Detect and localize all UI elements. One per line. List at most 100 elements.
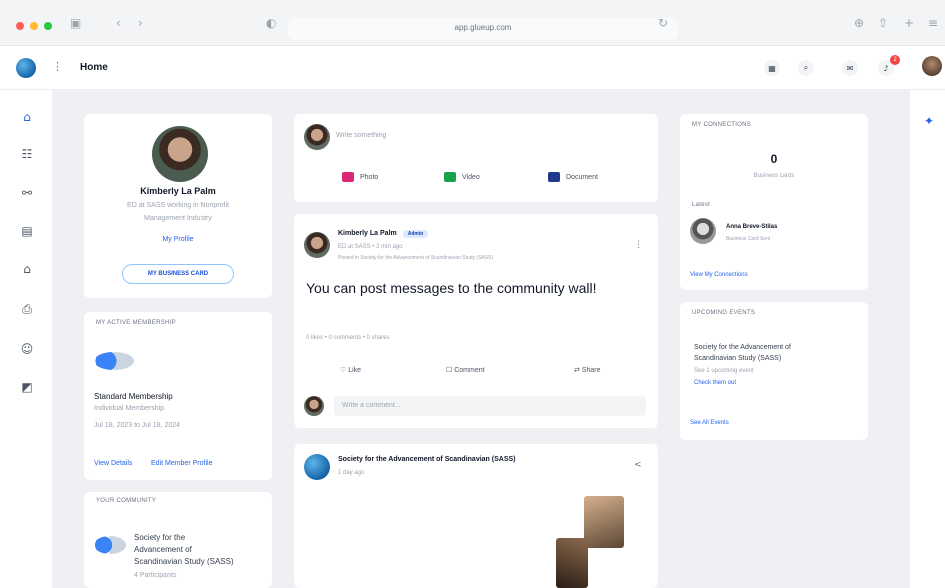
view-connections-link[interactable]: View My Connections	[690, 272, 748, 278]
search-icon[interactable]: ⌕	[798, 60, 814, 76]
latest-connection-sub: Business Card Sent	[726, 236, 771, 242]
window-controls	[16, 22, 52, 30]
comment-button[interactable]: ☐ Comment	[446, 366, 485, 374]
see-all-events-link[interactable]: See All Events	[690, 420, 729, 426]
membership-dates: Jul 18, 2023 to Jul 18, 2024	[94, 422, 181, 429]
post-text: You can post messages to the community w…	[306, 280, 597, 296]
my-profile-link[interactable]: My Profile	[84, 236, 272, 243]
profile-name: Kimberly La Palm	[140, 186, 216, 196]
document-button[interactable]: Document	[548, 172, 598, 182]
right-rail: ✦	[910, 90, 945, 588]
post-options-icon[interactable]: ⋮	[634, 240, 643, 250]
minimize-window-button[interactable]	[30, 22, 38, 30]
user-avatar[interactable]	[922, 56, 942, 76]
composer-input[interactable]: Write something	[336, 132, 386, 139]
view-details-link[interactable]: View Details	[94, 460, 132, 467]
video-button[interactable]: Video	[444, 172, 480, 182]
events-count: See 1 upcoming event	[694, 368, 754, 374]
post-author[interactable]: Kimberly La Palm Admin	[338, 230, 429, 238]
document-label: Document	[566, 173, 598, 181]
photo-icon	[342, 172, 354, 182]
edit-member-profile-link[interactable]: Edit Member Profile	[151, 460, 212, 467]
membership-card: MY ACTIVE MEMBERSHIP Standard Membership…	[84, 312, 272, 480]
chat-icon[interactable]: ✦	[922, 114, 936, 128]
notification-badge: 2	[890, 55, 900, 65]
post2-photo-1	[584, 496, 624, 548]
community-logo	[94, 536, 126, 554]
share-icon[interactable]: ⇧	[878, 16, 888, 30]
photo-button[interactable]: Photo	[342, 172, 378, 182]
connections-label: MY CONNECTIONS	[692, 122, 752, 128]
network-icon[interactable]: ⚯	[20, 186, 34, 200]
people-icon[interactable]: ☺	[20, 342, 34, 356]
composer-avatar	[304, 124, 330, 150]
post-author-avatar	[304, 232, 330, 258]
community-card: YOUR COMMUNITY Society for the Advanceme…	[84, 492, 272, 588]
connections-count: 0	[770, 152, 778, 166]
latest-label: Latest	[692, 202, 711, 208]
photo-label: Photo	[360, 173, 379, 181]
document-icon	[548, 172, 560, 182]
events-org-1: Society for the Advancement of	[694, 344, 791, 351]
forward-arrow-icon[interactable]: ›	[138, 16, 143, 30]
comment-input[interactable]: Write a comment...	[334, 396, 646, 416]
browser-window: ▣ ‹ › ◐ app.glueup.com ↻ ⊕ ⇧ + ≡ ⋮ Home …	[0, 0, 945, 588]
connections-card: MY CONNECTIONS 0 Business cards Latest A…	[680, 114, 868, 290]
tab-overview-icon[interactable]: ≡	[928, 16, 938, 30]
business-card-button[interactable]: MY BUSINESS CARD	[122, 264, 234, 284]
home-icon[interactable]: ⌂	[20, 110, 34, 124]
new-tab-icon[interactable]: +	[904, 16, 914, 30]
app-logo[interactable]	[16, 58, 36, 78]
wallet-icon[interactable]: ◩	[20, 380, 34, 394]
post-posted-in[interactable]: Posted in Society for the Advancement of…	[338, 255, 493, 261]
share-label: Share	[581, 367, 601, 374]
events-label: UPCOMING EVENTS	[692, 310, 756, 316]
printer-icon[interactable]: ⎙	[20, 302, 34, 316]
calendar-icon[interactable]: ▤	[20, 224, 34, 238]
privacy-shield-icon[interactable]: ◐	[266, 16, 276, 30]
check-events-link[interactable]: Check them out	[694, 380, 736, 386]
reload-icon[interactable]: ↻	[658, 16, 668, 30]
share-network-icon[interactable]: <	[634, 460, 642, 470]
post-meta: ED at SASS • 2 min ago	[338, 244, 403, 250]
post2-author[interactable]: Society for the Advancement of Scandinav…	[338, 456, 516, 463]
post-stats: 0 likes • 0 comments • 0 shares	[306, 335, 390, 341]
admin-badge: Admin	[402, 230, 429, 238]
community-name-3[interactable]: Scandinavian Study (SASS)	[134, 556, 234, 568]
profile-avatar	[152, 126, 208, 182]
profile-title-1: ED at SASS working in Nonprofit	[127, 202, 229, 209]
commenter-avatar	[304, 396, 324, 416]
sidebar-toggle-icon[interactable]: ▣	[70, 16, 81, 30]
download-icon[interactable]: ⊕	[854, 16, 864, 30]
composer-card: Write something Photo Video Document	[294, 114, 658, 202]
membership-type: Individual Membership	[94, 405, 165, 412]
post-card: Kimberly La Palm Admin ED at SASS • 2 min…	[294, 214, 658, 428]
address-bar-url: app.glueup.com	[454, 23, 512, 32]
community-name-2[interactable]: Advancement of	[134, 544, 192, 556]
browser-toolbar: ▣ ‹ › ◐ app.glueup.com ↻ ⊕ ⇧ + ≡	[0, 0, 945, 46]
like-button[interactable]: ♡ Like	[340, 366, 361, 374]
store-icon[interactable]: ⌂	[20, 262, 34, 276]
org-avatar	[304, 454, 330, 480]
events-card: UPCOMING EVENTS Society for the Advancem…	[680, 302, 868, 440]
membership-name: Standard Membership	[94, 392, 173, 401]
more-menu-icon[interactable]: ⋮	[52, 60, 63, 73]
app-header: ⋮ Home ▦ ⌕ ✉ ♪ 2	[0, 46, 945, 90]
page-title: Home	[80, 62, 108, 73]
latest-connection-avatar	[690, 218, 716, 244]
messages-icon[interactable]: ✉	[842, 60, 858, 76]
post2-photo-2	[556, 538, 588, 588]
close-window-button[interactable]	[16, 22, 24, 30]
video-label: Video	[462, 173, 480, 181]
community-name-1[interactable]: Society for the	[134, 532, 185, 544]
profile-title-2: Management Industry	[144, 215, 212, 222]
address-bar[interactable]: app.glueup.com	[288, 18, 678, 40]
community-icon[interactable]: ☷	[20, 147, 34, 161]
back-arrow-icon[interactable]: ‹	[116, 16, 121, 30]
apps-grid-icon[interactable]: ▦	[764, 60, 780, 76]
latest-connection-name[interactable]: Anna Breve-Stilas	[726, 224, 777, 230]
share-button[interactable]: ⇄ Share	[574, 366, 601, 374]
video-icon	[444, 172, 456, 182]
events-org-2: Scandinavian Study (SASS)	[694, 355, 782, 362]
maximize-window-button[interactable]	[44, 22, 52, 30]
